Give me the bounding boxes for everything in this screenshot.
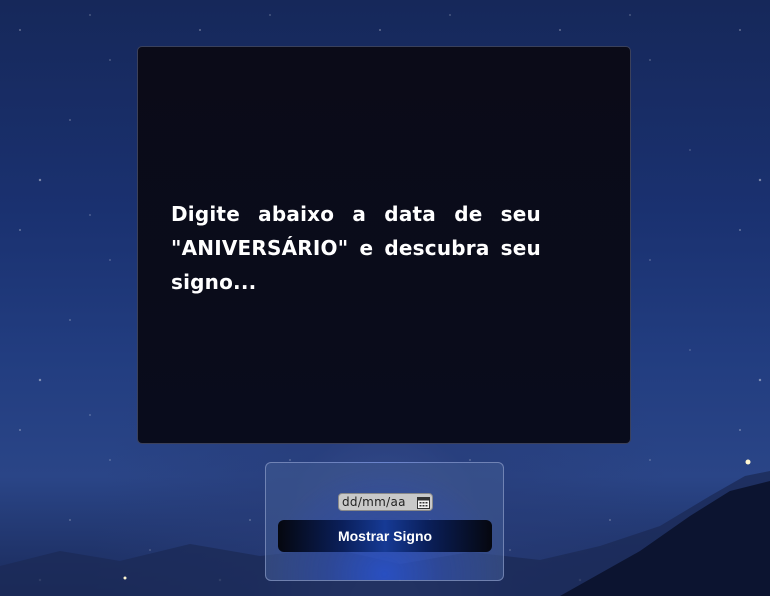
zodiac-form: dd/mm/aa Mostrar Signo bbox=[265, 462, 504, 581]
calendar-icon[interactable] bbox=[416, 495, 430, 509]
birthday-date-input[interactable]: dd/mm/aa bbox=[338, 493, 433, 511]
date-placeholder: dd/mm/aa bbox=[342, 495, 406, 509]
intro-text: Digite abaixo a data de seu "ANIVERSÁRIO… bbox=[171, 202, 541, 294]
intro-panel: Digite abaixo a data de seu "ANIVERSÁRIO… bbox=[137, 46, 631, 444]
show-sign-button[interactable]: Mostrar Signo bbox=[278, 520, 492, 552]
